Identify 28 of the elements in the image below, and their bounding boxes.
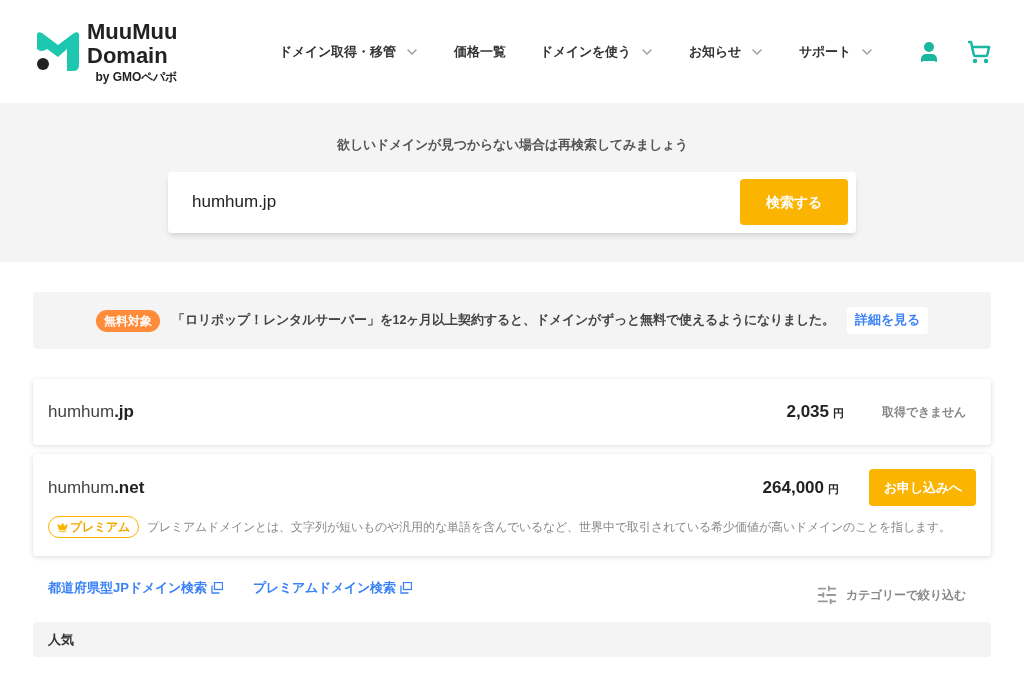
nav-link[interactable]: ドメイン取得・移管 xyxy=(279,41,420,62)
search-prompt: 欲しいドメインが見つからない場合は再検索してみましょう xyxy=(336,136,688,154)
external-window-icon xyxy=(399,582,412,594)
domain-price: 2,035 円 xyxy=(786,401,844,424)
domain-price: 264,000 円 xyxy=(762,476,839,499)
logo-byline: by GMOペパボ xyxy=(95,69,178,84)
section-title: 人気 xyxy=(48,630,74,649)
cart-icon[interactable] xyxy=(967,39,991,64)
nav-link[interactable]: お知らせ xyxy=(689,41,765,62)
category-filter-link[interactable]: カテゴリーで絞り込む xyxy=(846,586,966,604)
nav-link[interactable]: 価格一覧 xyxy=(454,41,506,62)
unavailable-label: 取得できません xyxy=(882,404,966,421)
search-field[interactable]: humhum.jp 検索する xyxy=(168,171,856,233)
logo-text: Domain xyxy=(87,43,169,68)
premium-description: プレミアムドメインとは、文字列が短いものや汎用的な単語を含んでいるなど、世界中で取引されている希少価値が高いドメインのことを指します。 xyxy=(147,519,951,536)
crown-icon xyxy=(57,521,68,533)
domain-name: humhum.jp xyxy=(48,401,134,424)
filter-icon[interactable] xyxy=(816,584,838,606)
free-badge: 無料対象 xyxy=(95,309,160,332)
external-window-icon xyxy=(210,582,223,594)
notice-text: 「ロリポップ！レンタルサーバー」を12ヶ月以上契約すると、ドメインがずっと無料で使えるようになりました。 xyxy=(171,312,836,330)
nav-link[interactable]: サポート xyxy=(799,41,875,62)
logo-text: MuuMuu xyxy=(87,19,178,44)
search-link[interactable]: 都道府県型JPドメイン検索 xyxy=(48,578,223,598)
details-link[interactable]: 詳細を見る xyxy=(847,307,929,334)
nav-link[interactable]: ドメインを使う xyxy=(540,41,655,62)
domain-name: humhum.net xyxy=(48,476,145,499)
search-link[interactable]: プレミアムドメイン検索 xyxy=(252,578,412,598)
